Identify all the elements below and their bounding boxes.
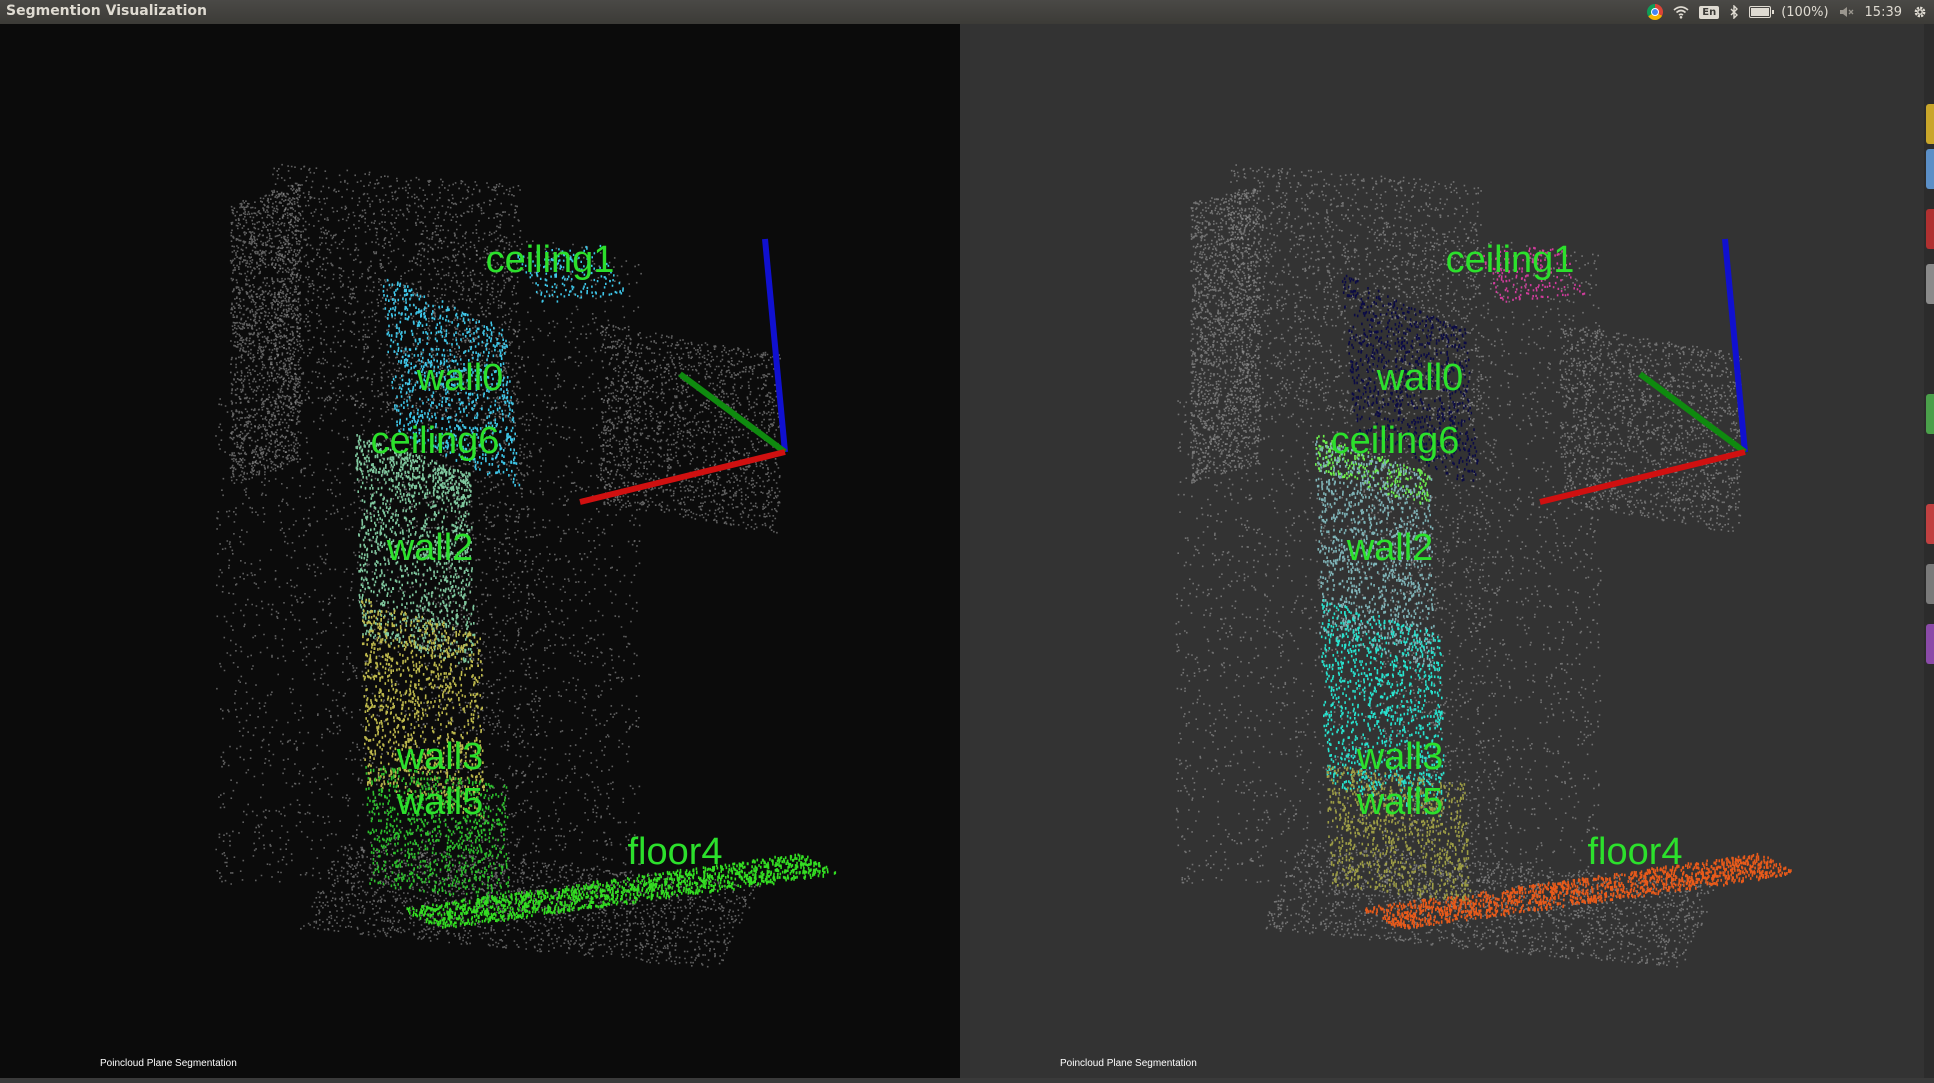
launcher-sidebar <box>1924 24 1934 1078</box>
window-title: Segmention Visualization <box>6 3 208 19</box>
pointcloud-canvas-left[interactable]: ceiling1 wall0 ceiling6 wall2 wall3wall5 floo… <box>0 24 960 1078</box>
plane-label-floor4: floor4 <box>627 831 722 873</box>
plane-label-wall2: wall2 <box>386 527 474 569</box>
plane-label-ceiling1: ceiling1 <box>1446 239 1575 281</box>
volume-muted-icon[interactable] <box>1839 5 1855 19</box>
plane-label-ceiling6: ceiling6 <box>1331 420 1460 462</box>
viewer-caption: Poincloud Plane Segmentation <box>100 1058 237 1069</box>
top-panel: Segmention Visualization En (100%) 15:39 <box>0 0 1934 24</box>
launcher-app-icon[interactable] <box>1926 264 1934 304</box>
plane-label-wall3: wall3 <box>1356 736 1444 778</box>
launcher-app-icon[interactable] <box>1926 624 1934 664</box>
plane-label-wall0: wall0 <box>1376 357 1464 399</box>
launcher-app-icon[interactable] <box>1926 394 1934 434</box>
launcher-app-icon[interactable] <box>1926 149 1934 189</box>
system-tray: En (100%) 15:39 <box>1647 0 1928 24</box>
plane-label-wall5: wall5 <box>1356 781 1444 823</box>
battery-icon <box>1749 6 1775 18</box>
launcher-app-icon[interactable] <box>1926 504 1934 544</box>
launcher-app-icon[interactable] <box>1926 564 1934 604</box>
launcher-app-icon[interactable] <box>1926 209 1934 249</box>
plane-label-ceiling1: ceiling1 <box>486 239 615 281</box>
viewer-background <box>960 24 1924 1078</box>
viewer-caption: Poincloud Plane Segmentation <box>1060 1058 1197 1069</box>
plane-label-wall3: wall3 <box>396 736 484 778</box>
battery-indicator[interactable] <box>1749 6 1775 18</box>
bluetooth-icon[interactable] <box>1729 5 1739 19</box>
plane-label-wall0: wall0 <box>416 357 504 399</box>
main-area: ceiling1 wall0 ceiling6 wall2 wall3 wall5 floo… <box>0 24 1934 1078</box>
keyboard-layout-icon[interactable]: En <box>1699 5 1720 19</box>
plane-label-wall2: wall2 <box>1346 527 1434 569</box>
pointcloud-viewer-left[interactable]: ceiling1 wall0 ceiling6 wall2 wall3 wall5 floo… <box>0 24 960 1078</box>
plane-label-floor4: floor4 <box>1587 831 1682 873</box>
wifi-icon[interactable] <box>1673 5 1689 19</box>
pointcloud-viewer-right[interactable]: ceiling1 wall0 ceiling6 wall2 wall3 wall5 floo… <box>960 24 1924 1078</box>
viewer-background <box>0 24 960 1078</box>
settings-gear-icon[interactable] <box>1912 4 1928 20</box>
plane-label-ceiling6: ceiling6 <box>371 420 500 462</box>
chrome-icon[interactable] <box>1647 4 1664 20</box>
launcher-app-icon[interactable] <box>1926 104 1934 144</box>
pointcloud-canvas-right[interactable]: ceiling1 wall0 ceiling6 wall2 wall3wall5 floo… <box>960 24 1924 1078</box>
plane-label-wall5: wall5 <box>396 781 484 823</box>
clock[interactable]: 15:39 <box>1865 5 1902 20</box>
battery-percent: (100%) <box>1781 4 1829 20</box>
